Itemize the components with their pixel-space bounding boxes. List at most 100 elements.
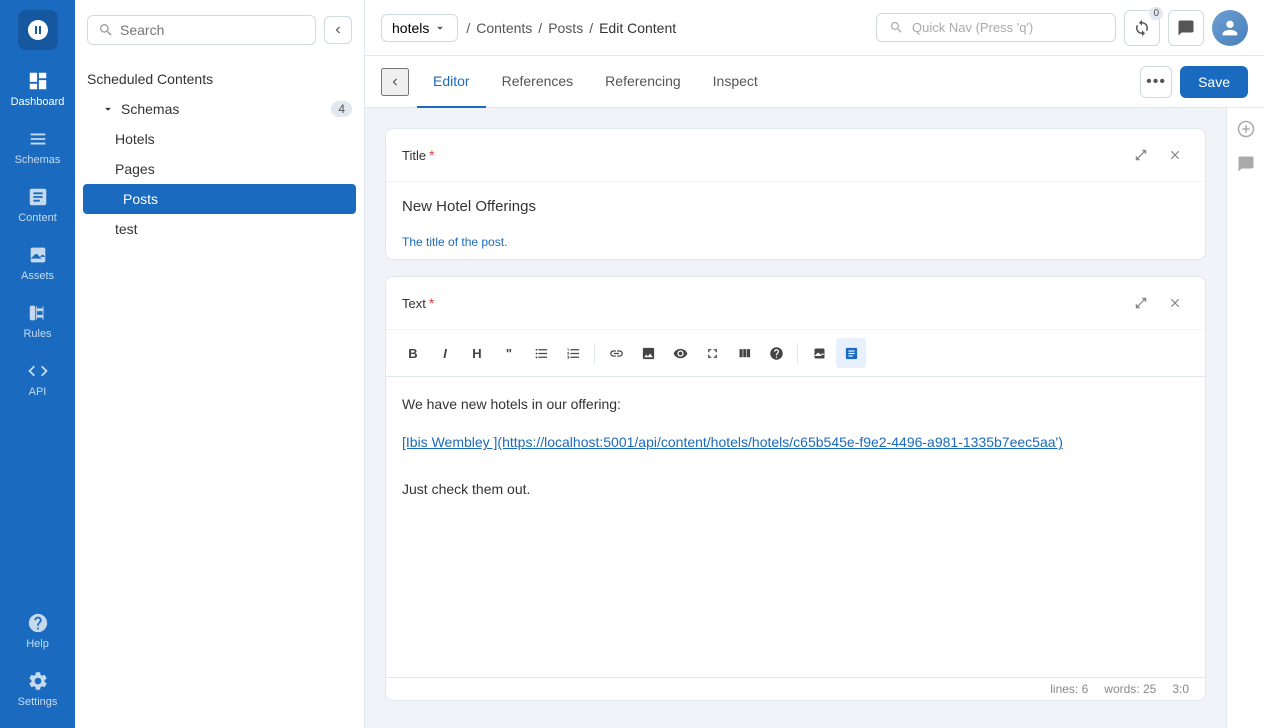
right-strip-icon-1[interactable] bbox=[1237, 120, 1255, 141]
text-close-button[interactable] bbox=[1161, 289, 1189, 317]
sidebar-item-test[interactable]: test bbox=[75, 214, 364, 244]
breadcrumb-contents[interactable]: Contents bbox=[476, 20, 532, 36]
sidebar-item-pages[interactable]: Pages bbox=[75, 154, 364, 184]
tab-references[interactable]: References bbox=[486, 56, 590, 108]
tab-back-button[interactable] bbox=[381, 68, 409, 96]
rte-content-area[interactable]: We have new hotels in our offering: [Ibi… bbox=[386, 377, 1205, 677]
assets-label: Assets bbox=[21, 270, 54, 282]
notifications-button[interactable] bbox=[1168, 10, 1204, 46]
sidebar-section-scheduled: Scheduled Contents bbox=[75, 64, 364, 94]
text-expand-button[interactable] bbox=[1127, 289, 1155, 317]
rules-label: Rules bbox=[23, 328, 51, 340]
rte-asset-button[interactable] bbox=[804, 338, 834, 368]
rte-ordered-list-button[interactable] bbox=[558, 338, 588, 368]
help-label: Help bbox=[26, 638, 49, 650]
more-options-button[interactable]: ••• bbox=[1140, 66, 1172, 98]
rte-fullscreen-button[interactable] bbox=[697, 338, 727, 368]
rte-bullet-list-button[interactable] bbox=[526, 338, 556, 368]
text-field-label: Text bbox=[402, 296, 426, 311]
breadcrumb-sep-2: / bbox=[538, 20, 542, 36]
sidebar-item-schemas-parent[interactable]: Schemas 4 bbox=[75, 94, 364, 124]
title-hint: The title of the post. bbox=[386, 231, 1205, 259]
rte-lines-count: lines: 6 bbox=[1050, 682, 1088, 696]
title-field-label: Title bbox=[402, 148, 426, 163]
sidebar-item-content[interactable]: Content bbox=[0, 176, 75, 234]
save-label: Save bbox=[1198, 74, 1230, 90]
text-card-header: Text * bbox=[386, 277, 1205, 330]
right-strip-icon-2[interactable] bbox=[1237, 155, 1255, 176]
rte-position: 3:0 bbox=[1172, 682, 1189, 696]
title-card-actions bbox=[1127, 141, 1189, 169]
rte-help-button[interactable] bbox=[761, 338, 791, 368]
hotels-label: Hotels bbox=[115, 131, 155, 147]
app-logo[interactable] bbox=[18, 10, 58, 50]
collapse-sidebar-button[interactable] bbox=[324, 16, 352, 44]
tab-inspect[interactable]: Inspect bbox=[697, 56, 774, 108]
schemas-label: Schemas bbox=[15, 154, 61, 166]
title-expand-button[interactable] bbox=[1127, 141, 1155, 169]
quick-nav-input[interactable]: Quick Nav (Press 'q') bbox=[876, 13, 1116, 42]
user-avatar[interactable] bbox=[1212, 10, 1248, 46]
sidebar-header bbox=[75, 0, 364, 60]
title-close-button[interactable] bbox=[1161, 141, 1189, 169]
sync-count-badge: 0 bbox=[1149, 7, 1163, 20]
pages-label: Pages bbox=[115, 161, 155, 177]
sidebar-item-posts[interactable]: Posts bbox=[83, 184, 356, 214]
sidebar-item-schemas[interactable]: Schemas bbox=[0, 118, 75, 176]
left-navigation: Dashboard Schemas Content Assets Rules A… bbox=[0, 0, 75, 728]
tab-editor[interactable]: Editor bbox=[417, 56, 486, 108]
tab-bar: Editor References Referencing Inspect ••… bbox=[365, 56, 1264, 108]
editor-right-strip bbox=[1226, 108, 1264, 728]
app-selector[interactable]: hotels bbox=[381, 14, 458, 42]
sidebar-item-settings[interactable]: Settings bbox=[0, 660, 75, 718]
search-input[interactable] bbox=[120, 22, 305, 38]
rte-italic-button[interactable]: I bbox=[430, 338, 460, 368]
title-card: Title * The title of the post. bbox=[385, 128, 1206, 260]
search-box[interactable] bbox=[87, 15, 316, 45]
scheduled-contents-label: Scheduled Contents bbox=[87, 71, 213, 87]
rte-words-count: words: 25 bbox=[1104, 682, 1156, 696]
quick-nav-placeholder: Quick Nav (Press 'q') bbox=[912, 20, 1033, 35]
text-card: Text * B I H " bbox=[385, 276, 1206, 701]
rte-hotel-link[interactable]: [Ibis Wembley ](https://localhost:5001/a… bbox=[402, 434, 1063, 450]
breadcrumb: / Contents / Posts / Edit Content bbox=[466, 20, 676, 36]
rte-blockquote-button[interactable]: " bbox=[494, 338, 524, 368]
breadcrumb-posts[interactable]: Posts bbox=[548, 20, 583, 36]
save-button[interactable]: Save bbox=[1180, 66, 1248, 98]
sidebar-item-dashboard[interactable]: Dashboard bbox=[0, 60, 75, 118]
sidebar-item-hotels[interactable]: Hotels bbox=[75, 124, 364, 154]
test-label: test bbox=[115, 221, 138, 237]
rte-paragraph-2: [Ibis Wembley ](https://localhost:5001/a… bbox=[402, 431, 1189, 453]
sidebar-item-rules[interactable]: Rules bbox=[0, 292, 75, 350]
rte-image-button[interactable] bbox=[633, 338, 663, 368]
rte-content-button[interactable] bbox=[836, 338, 866, 368]
sidebar-item-assets[interactable]: Assets bbox=[0, 234, 75, 292]
rte-bold-button[interactable]: B bbox=[398, 338, 428, 368]
rte-paragraph-1: We have new hotels in our offering: bbox=[402, 393, 1189, 415]
rte-paragraph-3: Just check them out. bbox=[402, 478, 1189, 500]
main-area: hotels / Contents / Posts / Edit Content… bbox=[365, 0, 1264, 728]
api-label: API bbox=[29, 386, 47, 398]
breadcrumb-sep-3: / bbox=[589, 20, 593, 36]
rte-columns-button[interactable] bbox=[729, 338, 759, 368]
breadcrumb-current: Edit Content bbox=[599, 20, 676, 36]
sync-button[interactable]: 0 bbox=[1124, 10, 1160, 46]
rte-status-bar: lines: 6 words: 25 3:0 bbox=[386, 677, 1205, 700]
more-label: ••• bbox=[1146, 73, 1166, 91]
title-input[interactable] bbox=[386, 182, 1205, 231]
tab-actions: ••• Save bbox=[1140, 66, 1248, 98]
title-card-header: Title * bbox=[386, 129, 1205, 182]
sidebar: Scheduled Contents Schemas 4 Hotels Page… bbox=[75, 0, 365, 728]
app-name: hotels bbox=[392, 20, 429, 36]
rte-heading-button[interactable]: H bbox=[462, 338, 492, 368]
sidebar-item-api[interactable]: API bbox=[0, 350, 75, 408]
posts-label: Posts bbox=[123, 191, 158, 207]
tab-editor-label: Editor bbox=[433, 73, 470, 89]
editor-panel: Title * The title of the post. bbox=[365, 108, 1226, 728]
rte-link-button[interactable] bbox=[601, 338, 631, 368]
title-required-star: * bbox=[429, 147, 434, 163]
text-card-actions bbox=[1127, 289, 1189, 317]
rte-preview-button[interactable] bbox=[665, 338, 695, 368]
tab-referencing[interactable]: Referencing bbox=[589, 56, 697, 108]
sidebar-item-help[interactable]: Help bbox=[0, 602, 75, 660]
